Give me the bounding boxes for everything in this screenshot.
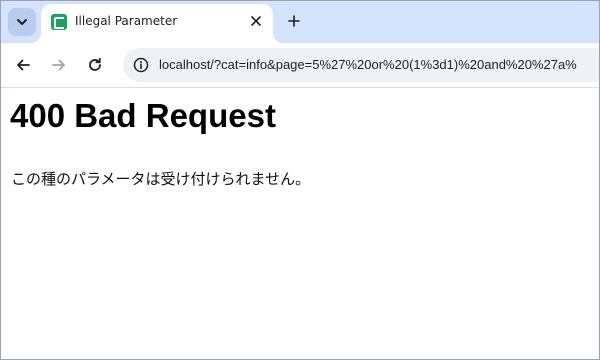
tab-close-button[interactable] xyxy=(247,12,265,30)
page-content: 400 Bad Request この種のパラメータは受け付けられません。 xyxy=(1,88,599,359)
site-info-button[interactable] xyxy=(129,53,153,77)
browser-tab[interactable]: Illegal Parameter xyxy=(41,4,273,43)
info-icon xyxy=(133,57,149,73)
page-favicon-icon xyxy=(51,14,67,30)
chevron-down-icon xyxy=(17,19,27,25)
url-text[interactable]: localhost/?cat=info&page=5%27%20or%20(1%… xyxy=(159,57,577,72)
address-bar[interactable]: localhost/?cat=info&page=5%27%20or%20(1%… xyxy=(123,48,599,82)
error-message: この種のパラメータは受け付けられません。 xyxy=(11,170,311,188)
plus-icon xyxy=(288,15,300,27)
arrow-left-icon xyxy=(17,59,30,71)
tab-search-button[interactable] xyxy=(8,8,36,36)
back-button[interactable] xyxy=(11,53,35,77)
reload-icon xyxy=(89,57,101,71)
forward-button[interactable] xyxy=(47,53,71,77)
new-tab-button[interactable] xyxy=(283,10,305,32)
tab-title: Illegal Parameter xyxy=(75,14,178,28)
close-icon xyxy=(251,16,261,26)
browser-toolbar: localhost/?cat=info&page=5%27%20or%20(1%… xyxy=(1,43,599,88)
reload-button[interactable] xyxy=(83,53,107,77)
page-heading: 400 Bad Request xyxy=(10,97,276,134)
browser-window: Illegal Parameter localhost/?cat=info&pa… xyxy=(0,0,600,360)
arrow-right-icon xyxy=(52,59,65,71)
tab-strip: Illegal Parameter xyxy=(1,1,599,43)
